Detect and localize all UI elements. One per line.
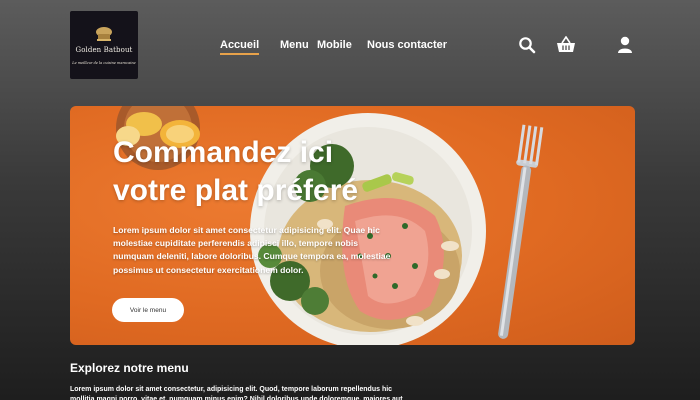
hero-description: Lorem ipsum dolor sit amet consectetur a… bbox=[113, 225, 391, 275]
view-menu-button[interactable]: Voir le menu bbox=[112, 298, 184, 322]
nav-item-contact[interactable]: Nous contacter bbox=[367, 39, 447, 51]
brand-logo[interactable]: Golden Batbout Le meilleur de la cuisine… bbox=[70, 11, 138, 79]
brand-tagline: Le meilleur de la cuisine marocaine bbox=[72, 60, 136, 65]
chef-hat-icon bbox=[96, 26, 112, 41]
hero-banner: Commandez ici votre plat préferé Lorem i… bbox=[70, 106, 635, 345]
section-title: Explorez notre menu bbox=[70, 361, 189, 375]
nav-item-mobile[interactable]: Mobile bbox=[317, 39, 352, 51]
section-description: Lorem ipsum dolor sit amet consectetur, … bbox=[70, 386, 403, 400]
hero-title: Commandez ici votre plat préferé bbox=[113, 136, 359, 207]
user-icon[interactable] bbox=[617, 36, 633, 54]
brand-name: Golden Batbout bbox=[75, 45, 133, 54]
nav-item-accueil[interactable]: Accueil bbox=[220, 39, 260, 55]
search-icon[interactable] bbox=[518, 36, 536, 54]
shopping-basket-icon[interactable] bbox=[556, 36, 576, 54]
nav-item-menu[interactable]: Menu bbox=[280, 39, 309, 51]
